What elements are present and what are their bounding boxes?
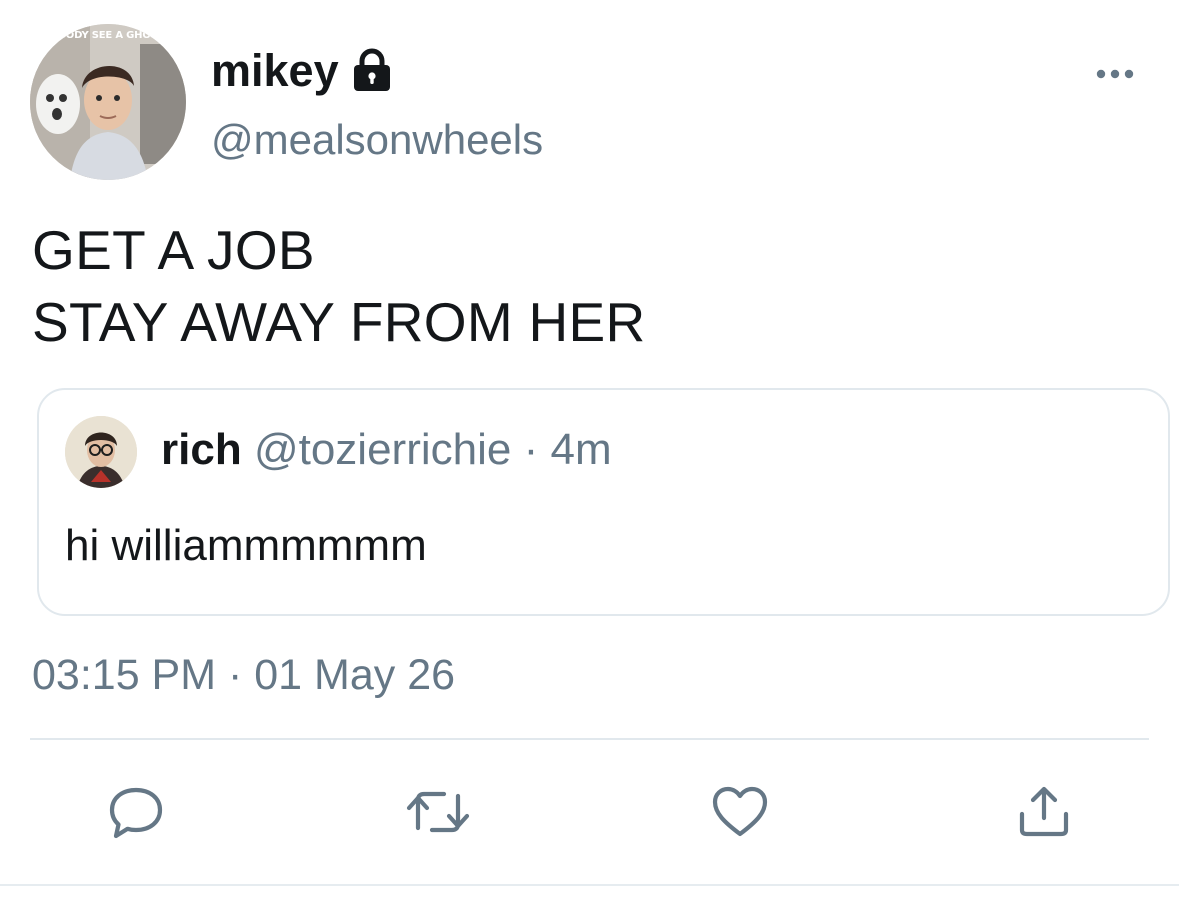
lock-icon — [349, 47, 395, 93]
quote-display-name: rich — [161, 425, 242, 474]
quoted-tweet[interactable]: rich @tozierrichie · 4m hi williammmmmm — [37, 388, 1170, 616]
author-name-row: mikey — [211, 42, 395, 98]
actions-divider — [30, 738, 1149, 740]
like-button[interactable] — [710, 784, 770, 840]
quote-separator: · — [523, 425, 539, 474]
tweet-text: GET A JOB STAY AWAY FROM HER — [32, 214, 1132, 358]
more-horizontal-icon[interactable] — [1093, 62, 1137, 86]
quote-time: 4m — [550, 425, 612, 474]
tweet-line: GET A JOB — [32, 219, 315, 281]
share-icon — [1019, 786, 1069, 837]
author-avatar-image — [30, 24, 186, 180]
tweet-line: STAY AWAY FROM HER — [32, 291, 646, 353]
quote-avatar — [65, 416, 137, 488]
retweet-button[interactable] — [406, 784, 470, 840]
reply-button[interactable] — [106, 784, 166, 840]
quote-avatar-image — [65, 416, 137, 488]
author-display-name[interactable]: mikey — [211, 48, 339, 93]
quote-header: rich @tozierrichie · 4m — [161, 425, 612, 474]
share-button[interactable] — [1014, 784, 1074, 840]
author-handle[interactable]: @mealsonwheels — [211, 116, 543, 163]
reply-icon — [109, 787, 163, 839]
retweet-icon — [406, 791, 470, 833]
tweet-timestamp[interactable]: 03:15 PM · 01 May 26 — [32, 651, 455, 699]
author-avatar[interactable]: BODY SEE A GHOS — [30, 24, 186, 180]
bottom-divider — [0, 884, 1179, 886]
quote-text: hi williammmmmm — [65, 521, 427, 570]
avatar-caption: BODY SEE A GHOS — [58, 30, 158, 41]
heart-icon — [712, 786, 768, 837]
quote-handle: @tozierrichie — [253, 425, 512, 474]
